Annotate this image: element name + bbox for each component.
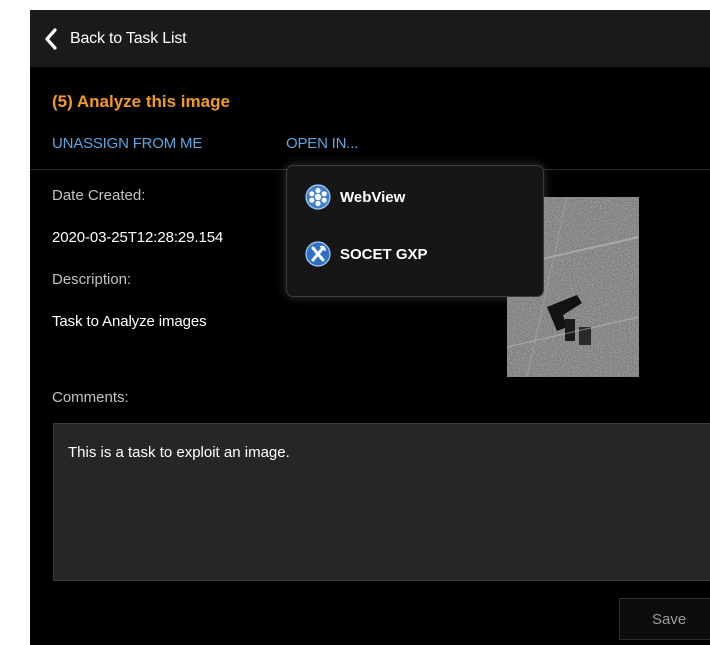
date-created-value: 2020-03-25T12:28:29.154: [52, 229, 224, 246]
back-label: Back to Task List: [70, 30, 187, 47]
menu-item-label: SOCET GXP: [340, 245, 428, 263]
chevron-left-icon: [45, 28, 57, 50]
open-in-dropdown: WebView SOCET GXP: [286, 165, 544, 297]
open-in-button[interactable]: OPEN IN...: [286, 135, 358, 152]
menu-item-label: WebView: [340, 188, 406, 206]
description-value: Task to Analyze images: [52, 313, 207, 330]
menu-item-socet-gxp[interactable]: SOCET GXP: [305, 237, 525, 271]
webview-icon: [305, 184, 331, 210]
task-detail-panel: Back to Task List (5) Analyze this image…: [30, 10, 710, 645]
socet-gxp-icon: [305, 241, 331, 267]
comments-label: Comments:: [52, 389, 129, 406]
back-to-task-list-button[interactable]: Back to Task List: [44, 26, 187, 52]
save-button[interactable]: Save: [619, 598, 710, 640]
task-title: (5) Analyze this image: [52, 92, 230, 111]
menu-item-webview[interactable]: WebView: [305, 180, 525, 214]
unassign-button[interactable]: UNASSIGN FROM ME: [52, 135, 202, 152]
top-bar: Back to Task List: [30, 10, 710, 67]
comments-textarea[interactable]: This is a task to exploit an image.: [53, 423, 710, 581]
description-label: Description:: [52, 271, 132, 288]
date-created-label: Date Created:: [52, 187, 146, 204]
comments-text: This is a task to exploit an image.: [68, 444, 290, 461]
